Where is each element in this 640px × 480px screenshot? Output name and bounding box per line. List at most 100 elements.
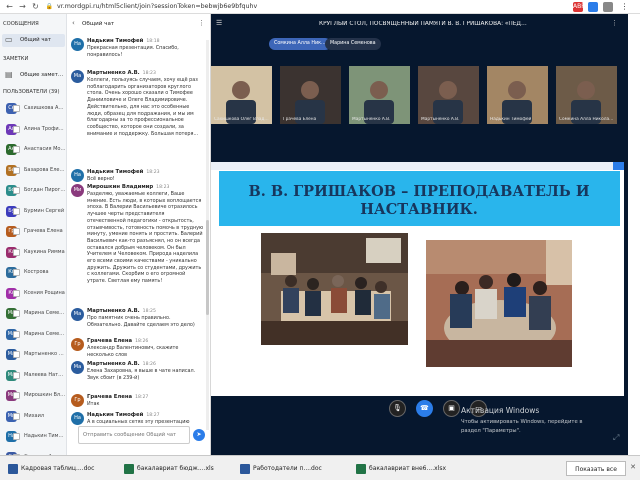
user-list-item[interactable]: НаНадькин Тимофей	[2, 430, 66, 443]
browser-menu-icon[interactable]: ⋮	[620, 2, 629, 11]
user-name: Мартыненко А.В.	[24, 351, 66, 357]
user-name: Каукина Римма	[24, 248, 65, 255]
message-avatar: На	[71, 169, 84, 182]
profile-avatar-icon[interactable]	[603, 2, 613, 12]
user-list-item[interactable]: МиМирошкин Влади...	[2, 389, 66, 402]
chat-panel: ‹ Общий чат ⋮ На Надькин Тимофей 18:18 Прек…	[68, 14, 211, 455]
fullscreen-icon[interactable]: ⤢	[613, 433, 619, 443]
user-list-item[interactable]: МаМарина Семенова	[2, 307, 66, 320]
user-name: Анастасия Мотро...	[24, 146, 66, 152]
participant-name: Марина Семенова	[330, 41, 376, 46]
notes-icon: ▤	[5, 70, 13, 79]
user-list-item[interactable]: СеСахишкова Алла Ни...	[2, 102, 66, 115]
participant-badge[interactable]: Марина Семенова	[325, 38, 381, 50]
user-list-item[interactable]: Ма Мартыненко А.В.	[2, 348, 66, 361]
back-icon[interactable]: ←	[5, 2, 14, 11]
extension-icon[interactable]	[588, 2, 598, 12]
taskbar-item-label: Работодатели п....doc	[253, 465, 322, 472]
participant-name: Сомкина Алла Николае...	[559, 117, 614, 122]
forward-icon[interactable]: →	[18, 2, 27, 11]
taskbar-download-item[interactable]: Работодатели п....doc	[240, 460, 350, 477]
user-status-icon	[13, 228, 20, 235]
presenter-name: Сомкина Алла Ник...	[274, 41, 326, 46]
chat-scrollbar[interactable]	[206, 40, 209, 430]
chevron-left-icon[interactable]: ‹	[72, 19, 75, 27]
shared-notes-label: Общие заметки	[20, 72, 64, 78]
taskbar-download-item[interactable]: бакалавриат бюдж....xls	[124, 460, 234, 477]
message-avatar: Ми	[71, 184, 84, 197]
video-tile[interactable]: Сомкина Алла Николае...	[556, 66, 617, 124]
message-author: Грачева Елена 18:26	[87, 338, 149, 344]
user-status-icon	[13, 371, 20, 379]
file-icon	[124, 463, 134, 474]
message-text: Коллеги, пользуясь случаем, хочу ещё раз…	[87, 77, 199, 137]
notes-section-title: ЗАМЕТКИ	[3, 56, 29, 62]
user-status-icon	[13, 330, 20, 338]
user-list-item[interactable]: МаМарина Семенова	[2, 328, 66, 341]
participant-name: Грачева Елена	[283, 117, 317, 122]
message-time: 18:25	[142, 309, 156, 314]
message-text: Разделяю, уважаемые коллеги, Ваше мнение…	[87, 191, 204, 285]
participant-name: Мартыненко А.В.	[421, 117, 460, 122]
user-list-item[interactable]: Ми Михаил	[2, 410, 65, 423]
adblock-extension-icon[interactable]: ABP	[573, 2, 585, 12]
user-name: Ксения Рощина	[24, 289, 65, 296]
video-tile[interactable]: Сахишкова Олег Влади...	[211, 66, 272, 124]
send-button[interactable]: ➤	[193, 429, 205, 441]
messages-section-title: СООБЩЕНИЯ	[3, 21, 39, 27]
address-bar[interactable]: vr.mordgpi.ru/html5client/join?sessionTo…	[57, 2, 455, 12]
reload-icon[interactable]: ↻	[31, 2, 40, 11]
user-list-item[interactable]: Гр Грачева Елена	[2, 225, 65, 238]
user-list-item[interactable]: АлАлина Трофимова	[2, 123, 66, 136]
participant-video	[349, 66, 410, 124]
mic-button[interactable]: 🎙	[389, 400, 406, 417]
participant-name: Мартыненко А.В.	[352, 117, 391, 122]
presenter-badge[interactable]: Сомкина Алла Ник...	[269, 38, 331, 50]
taskbar-item-label: бакалавриат вне6....xlsx	[369, 465, 447, 472]
file-icon	[8, 463, 18, 474]
slide-photo-right	[426, 240, 572, 367]
message-author: Мартыненко А.В. 18:26	[87, 361, 156, 367]
user-name: Михаил	[24, 412, 45, 419]
video-tile[interactable]: Мартыненко А.В.	[418, 66, 479, 124]
video-tile[interactable]: Мартыненко А.В.	[349, 66, 410, 124]
show-all-button[interactable]: Показать все	[566, 461, 626, 476]
activation-title: Активация Windows	[461, 406, 540, 415]
video-tile[interactable]: Грачева Елена	[280, 66, 341, 124]
public-chat-item[interactable]: ▭ Общий чат	[2, 34, 65, 47]
user-list-item[interactable]: Ба Базарова Елена...	[2, 164, 66, 177]
message-avatar: На	[71, 38, 84, 51]
close-taskbar-icon[interactable]: ✕	[628, 462, 638, 472]
message-author: Надькин Тимофей 18:27	[87, 412, 160, 418]
user-list-item[interactable]: АнАнастасия Мотро...	[2, 143, 66, 156]
chat-message-input[interactable]	[78, 426, 190, 444]
user-status-icon	[13, 166, 20, 174]
slide-minimize-button[interactable]	[613, 162, 624, 170]
camera-button[interactable]: ▣	[443, 400, 460, 417]
taskbar-download-item[interactable]: Кадровая таблиц....doc	[8, 460, 118, 477]
user-status-icon	[13, 207, 20, 215]
shared-notes-item[interactable]: ▤ Общие заметки	[2, 69, 65, 82]
chat-scrollbar-thumb[interactable]	[206, 220, 209, 315]
video-tile[interactable]: Надькин Тимофей	[487, 66, 548, 124]
message-author: Надькин Тимофей 18:18	[87, 38, 160, 44]
users-toggle-icon[interactable]: ☰	[216, 19, 222, 27]
user-list-item[interactable]: Кс Ксения Рощина	[2, 287, 65, 300]
user-list-item[interactable]: МаМалеева Натальи...	[2, 369, 66, 382]
message-avatar: Ма	[71, 361, 84, 374]
meeting-title: КРУГЛЫЙ СТОЛ, ПОСВЯЩЕННЫЙ ПАМЯТИ В. В. Г…	[319, 21, 529, 27]
participant-video	[211, 66, 272, 124]
user-list-item[interactable]: Бо Богдан Пирогов	[2, 184, 66, 197]
chat-options-icon[interactable]: ⋮	[198, 19, 205, 27]
user-list-item[interactable]: Ка Каукина Римма	[2, 246, 65, 259]
taskbar-download-item[interactable]: бакалавриат вне6....xlsx	[356, 460, 466, 477]
chat-icon: ▭	[5, 35, 13, 44]
message-author: Мартыненко А.В. 18:25	[87, 308, 156, 314]
user-list-item[interactable]: Бу Бурмин Сергей	[2, 205, 65, 218]
user-name: Богдан Пирогов	[24, 187, 66, 193]
classroom-photo-left	[261, 233, 408, 345]
user-list-item[interactable]: Ко Кострова	[2, 266, 65, 279]
options-icon[interactable]: ⋮	[611, 19, 618, 27]
taskbar-item-label: бакалавриат бюдж....xls	[137, 465, 214, 472]
phone-button[interactable]: ☎	[416, 400, 433, 417]
